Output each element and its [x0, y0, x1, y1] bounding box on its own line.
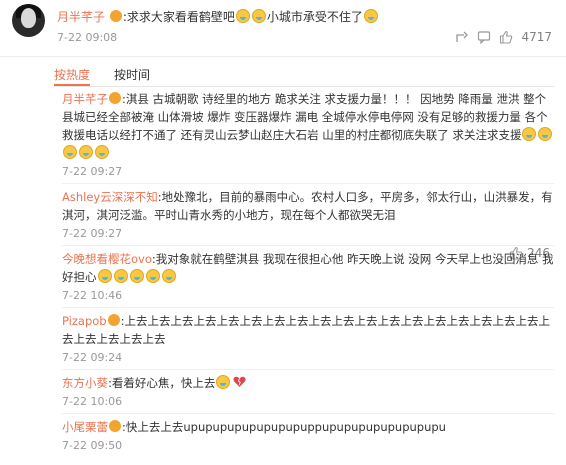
comment-time: 7-22 09:27 — [62, 165, 123, 178]
comment-icon[interactable] — [477, 30, 491, 44]
crying-emoji-icon — [235, 9, 250, 23]
comment-body: 东方小葵:看着好心焦，快上去 — [62, 374, 554, 392]
post-like-count: 4717 — [521, 30, 552, 44]
crying-emoji-icon — [161, 269, 176, 283]
comment-author[interactable]: 东方小葵 — [62, 376, 108, 390]
crying-emoji-icon — [129, 269, 144, 283]
post-time: 7-22 09:08 — [57, 31, 118, 44]
comment-item: 东方小葵:看着好心焦，快上去 7-22 10:06 — [54, 374, 554, 414]
comment-text: :上去上去上去上去上去上去上去上去上去上去上去上去上去上去上去上去上去上去上去上… — [62, 314, 550, 346]
comment-item: 小尾栗蕾 :快上去上去upupupupupupupupuppupupupupupu… — [54, 418, 554, 454]
comment-sort-bar: 按热度 按时间 — [54, 66, 150, 83]
comment-body: Pizapob:上去上去上去上去上去上去上去上去上去上去上去上去上去上去上去上去… — [62, 312, 554, 348]
crying-emoji-icon — [251, 9, 266, 23]
comment-body: 月半芊子:淇县 古城朝歌 诗经里的地方 跪求关注 求支援力量！！！ 因地势 降雨… — [62, 90, 554, 162]
broken-heart-icon — [233, 376, 246, 387]
sort-divider — [54, 86, 554, 87]
crying-emoji-icon — [522, 127, 537, 141]
comment-author[interactable]: Ashley云深深不知 — [62, 190, 158, 204]
weibo-post: 月半芊子 :求求大家看看鹤壁吧 小城市承受不住了 7-22 09:08 4717 — [0, 0, 566, 60]
comment-divider — [62, 413, 554, 414]
comment-divider — [62, 245, 554, 246]
crying-emoji-icon — [97, 269, 112, 283]
comment-item: Pizapob:上去上去上去上去上去上去上去上去上去上去上去上去上去上去上去上去… — [54, 312, 554, 370]
vip-crown-icon — [107, 314, 120, 326]
author-avatar[interactable] — [12, 4, 45, 37]
comment-author[interactable]: Pizapob — [62, 314, 107, 328]
post-author[interactable]: 月半芊子 — [57, 10, 105, 24]
comment-body: 今晚想看樱花ovo:我对象就在鹤壁淇县 我现在很担心他 昨天晚上说 没网 今天早… — [62, 250, 554, 286]
sort-by-hot-tab[interactable]: 按热度 — [54, 66, 90, 83]
comment-text: :淇县 古城朝歌 诗经里的地方 跪求关注 求支援力量！！！ 因地势 降雨量 泄洪… — [62, 92, 548, 142]
crying-emoji-icon — [216, 375, 231, 389]
comment-author[interactable]: 小尾栗蕾 — [62, 420, 108, 434]
post-content: 月半芊子 :求求大家看看鹤壁吧 小城市承受不住了 — [57, 8, 379, 25]
vip-crown-icon — [109, 92, 121, 104]
post-divider — [0, 56, 566, 57]
comment-divider — [62, 183, 554, 184]
comment-time: 7-22 10:46 — [62, 289, 123, 302]
comment-time: 7-22 10:06 — [62, 395, 123, 408]
crying-emoji-icon — [95, 145, 109, 159]
comment-body: Ashley云深深不知:地处豫北，目前的暴雨中心。农村人口多，平房多，邻太行山，… — [62, 188, 554, 224]
comment-item: 今晚想看樱花ovo:我对象就在鹤壁淇县 我现在很担心他 昨天晚上说 没网 今天早… — [54, 250, 554, 308]
post-text-b: 小城市承受不住了 — [266, 10, 363, 24]
comment-item: Ashley云深深不知:地处豫北，目前的暴雨中心。农村人口多，平房多，邻太行山，… — [54, 188, 554, 260]
post-actions: 4717 — [455, 30, 552, 44]
comment-author[interactable]: 月半芊子 — [62, 92, 108, 106]
post-text-a: :求求大家看看鹤壁吧 — [122, 10, 235, 24]
comment-text: :看着好心焦，快上去 — [108, 376, 216, 390]
comment-body: 小尾栗蕾 :快上去上去upupupupupupupupuppupupupupupu… — [62, 418, 554, 436]
crying-emoji-icon — [113, 269, 128, 283]
comment-text: :快上去上去upupupupupupupupuppupupupupupupupu… — [122, 420, 446, 434]
comment-divider — [62, 307, 554, 308]
vip-crown-icon — [109, 10, 122, 22]
comment-list: 月半芊子:淇县 古城朝歌 诗经里的地方 跪求关注 求支援力量！！！ 因地势 降雨… — [54, 90, 554, 454]
comment-author[interactable]: 今晚想看樱花ovo — [62, 252, 152, 266]
vip-crown-icon — [109, 420, 121, 432]
share-icon[interactable] — [455, 30, 469, 44]
comment-time: 7-22 09:24 — [62, 351, 123, 364]
crying-emoji-icon — [63, 145, 77, 159]
crying-emoji-icon — [363, 9, 378, 23]
crying-emoji-icon — [145, 269, 160, 283]
comment-time: 7-22 09:27 — [62, 227, 123, 240]
comment-time: 7-22 09:50 — [62, 439, 123, 452]
sort-by-time-tab[interactable]: 按时间 — [114, 66, 150, 83]
crying-emoji-icon — [538, 127, 553, 141]
like-icon[interactable] — [499, 30, 513, 44]
comment-item: 月半芊子:淇县 古城朝歌 诗经里的地方 跪求关注 求支援力量！！！ 因地势 降雨… — [54, 90, 554, 184]
comment-divider — [62, 369, 554, 370]
crying-emoji-icon — [79, 145, 93, 159]
